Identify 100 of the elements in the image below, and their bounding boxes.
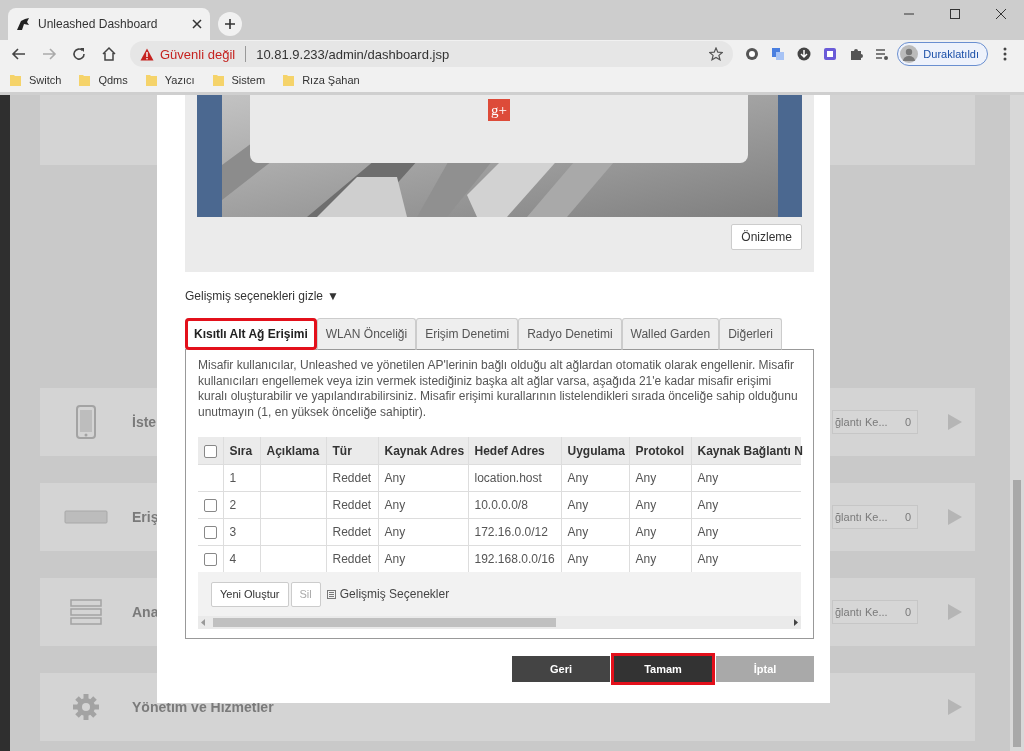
- folder-icon: [283, 74, 295, 86]
- folder-icon: [145, 74, 157, 86]
- tab[interactable]: Radyo Denetimi: [518, 318, 622, 350]
- create-button[interactable]: Yeni Oluştur: [211, 581, 289, 607]
- toggle-arrow[interactable]: ▼: [327, 289, 339, 303]
- table-cell: Any: [378, 464, 468, 492]
- advanced-toggle[interactable]: Gelişmiş seçenekleri gizle: [185, 289, 324, 303]
- download-icon[interactable]: [797, 47, 812, 61]
- avatar-icon: [900, 45, 919, 63]
- table-cell: Reddet: [326, 518, 378, 546]
- folder-icon: [79, 74, 91, 86]
- home-icon[interactable]: [101, 46, 117, 62]
- puzzle-icon[interactable]: [849, 47, 864, 61]
- back-icon[interactable]: [11, 46, 27, 62]
- dialog-button[interactable]: Geri: [512, 656, 610, 682]
- close-icon[interactable]: [192, 19, 202, 29]
- translate-icon[interactable]: [771, 47, 786, 61]
- dialog-button[interactable]: Tamam: [614, 656, 712, 682]
- extension-icon[interactable]: [823, 47, 838, 61]
- count-text: 0: [904, 416, 911, 428]
- bookmark[interactable]: Yazıcı: [145, 74, 195, 86]
- table-cell: Any: [629, 518, 691, 546]
- table-cell: Reddet: [326, 464, 378, 492]
- checkbox[interactable]: [204, 526, 217, 540]
- scrollbar[interactable]: [198, 616, 801, 629]
- settings-icon: [72, 693, 100, 721]
- star-icon[interactable]: [709, 47, 724, 61]
- column-header: Kaynak Adres: [378, 437, 468, 465]
- tab[interactable]: Walled Garden: [621, 318, 720, 350]
- table-cell: Any: [378, 545, 468, 572]
- field-label: ğlantı Ke...: [835, 606, 888, 618]
- table-cell: 1: [223, 464, 260, 492]
- checkbox[interactable]: [204, 553, 217, 567]
- server-icon: [70, 599, 102, 625]
- warning-icon: [140, 47, 154, 61]
- field-label: ğlantı Ke...: [835, 416, 888, 428]
- card-label: Yönetim ve Hizmetler: [132, 699, 275, 715]
- address-bar[interactable]: Güvenli değil 10.81.9.233/admin/dashboard.jsp: [130, 41, 734, 67]
- table-cell: 3: [223, 518, 260, 546]
- close-icon[interactable]: [995, 8, 1007, 20]
- table-cell: Any: [378, 491, 468, 519]
- table-cell: Any: [561, 491, 629, 519]
- table-cell: Any: [691, 518, 801, 546]
- checkbox[interactable]: [204, 499, 217, 513]
- table-cell: Any: [691, 545, 801, 572]
- url-text: 10.81.9.233/admin/dashboard.jsp: [256, 46, 451, 62]
- table-cell: Any: [561, 518, 629, 546]
- menu-icon[interactable]: [1003, 47, 1007, 61]
- bookmark[interactable]: Switch: [10, 74, 62, 86]
- tab[interactable]: Erişim Denetimi: [416, 318, 519, 350]
- collapse-icon[interactable]: [326, 589, 336, 599]
- new-tab-button[interactable]: [218, 12, 242, 36]
- column-header: Sıra: [223, 437, 260, 465]
- card-label: Eriş: [132, 509, 160, 525]
- field-label: ğlantı Ke...: [835, 511, 888, 523]
- table-cell: 192.168.0.0/16: [468, 545, 561, 572]
- card-label: İste: [132, 414, 158, 430]
- bookmark[interactable]: Qdms: [79, 74, 128, 86]
- table-cell: Reddet: [326, 491, 378, 519]
- security-label: Güvenli değil: [160, 46, 236, 62]
- social-badge[interactable]: g+: [488, 99, 510, 121]
- right-arrow-icon[interactable]: [794, 619, 798, 626]
- advanced-options-link[interactable]: Gelişmiş Seçenekler: [339, 587, 450, 601]
- count-text: 0: [904, 511, 911, 523]
- tab[interactable]: Diğerleri: [719, 318, 782, 350]
- folder-icon: [212, 74, 224, 86]
- table-cell: Any: [629, 545, 691, 572]
- column-header: Kaynak Bağlantı N: [691, 437, 801, 465]
- table-cell: Any: [629, 491, 691, 519]
- table-cell: Any: [561, 464, 629, 492]
- table-cell: Any: [561, 545, 629, 572]
- scrollbar[interactable]: [1010, 95, 1024, 751]
- plus-icon: [224, 18, 236, 30]
- bookmark[interactable]: Sistem: [212, 74, 266, 86]
- maximize-icon[interactable]: [949, 8, 961, 20]
- table-cell: Any: [378, 518, 468, 546]
- reload-icon[interactable]: [71, 46, 87, 62]
- tab[interactable]: WLAN Önceliği: [316, 318, 417, 350]
- device-icon: [64, 510, 108, 524]
- preview-button[interactable]: Önizleme: [731, 224, 802, 250]
- count-text: 0: [904, 606, 911, 618]
- tab[interactable]: Kısıtlı Alt Ağ Erişimi: [185, 318, 317, 350]
- left-arrow-icon[interactable]: [201, 619, 205, 626]
- table-cell: location.host: [468, 464, 561, 492]
- column-header: Tür: [326, 437, 378, 465]
- description-text: Misafir kullanıcılar, Unleashed ve yönetilen AP'lerinin bağlı olduğu alt ağlardan otomatik olarak engellenir. Misafir kullanıcıları engellemek veya izin vermek istediğiniz başka alt ağlar varsa, aşağıda 21'e kadar misafir erişimi kuralı oluşturabilir ve yapılandırabilirsiniz. Misafir erişimi kurallarının listelendikleri sırada önceliğe sahip olduğunu unutmayın (1, en yüksek önceliğe sahiptir).: [198, 358, 799, 420]
- browser-tab[interactable]: Unleashed Dashboard: [8, 8, 210, 40]
- bookmark[interactable]: Rıza Şahan: [283, 74, 360, 86]
- circle-icon[interactable]: [745, 47, 760, 61]
- table-cell: 2: [223, 491, 260, 519]
- phone-icon: [76, 405, 96, 439]
- table-cell: 10.0.0.0/8: [468, 491, 561, 519]
- column-header: Hedef Adres: [468, 437, 561, 465]
- table-cell: Any: [691, 491, 801, 519]
- profile-button[interactable]: Duraklatıldı: [897, 42, 988, 66]
- playlist-icon[interactable]: [875, 47, 890, 61]
- table-cell: 4: [223, 545, 260, 572]
- checkbox[interactable]: [204, 444, 217, 458]
- table-cell: Reddet: [326, 545, 378, 572]
- column-header: Açıklama: [260, 437, 326, 465]
